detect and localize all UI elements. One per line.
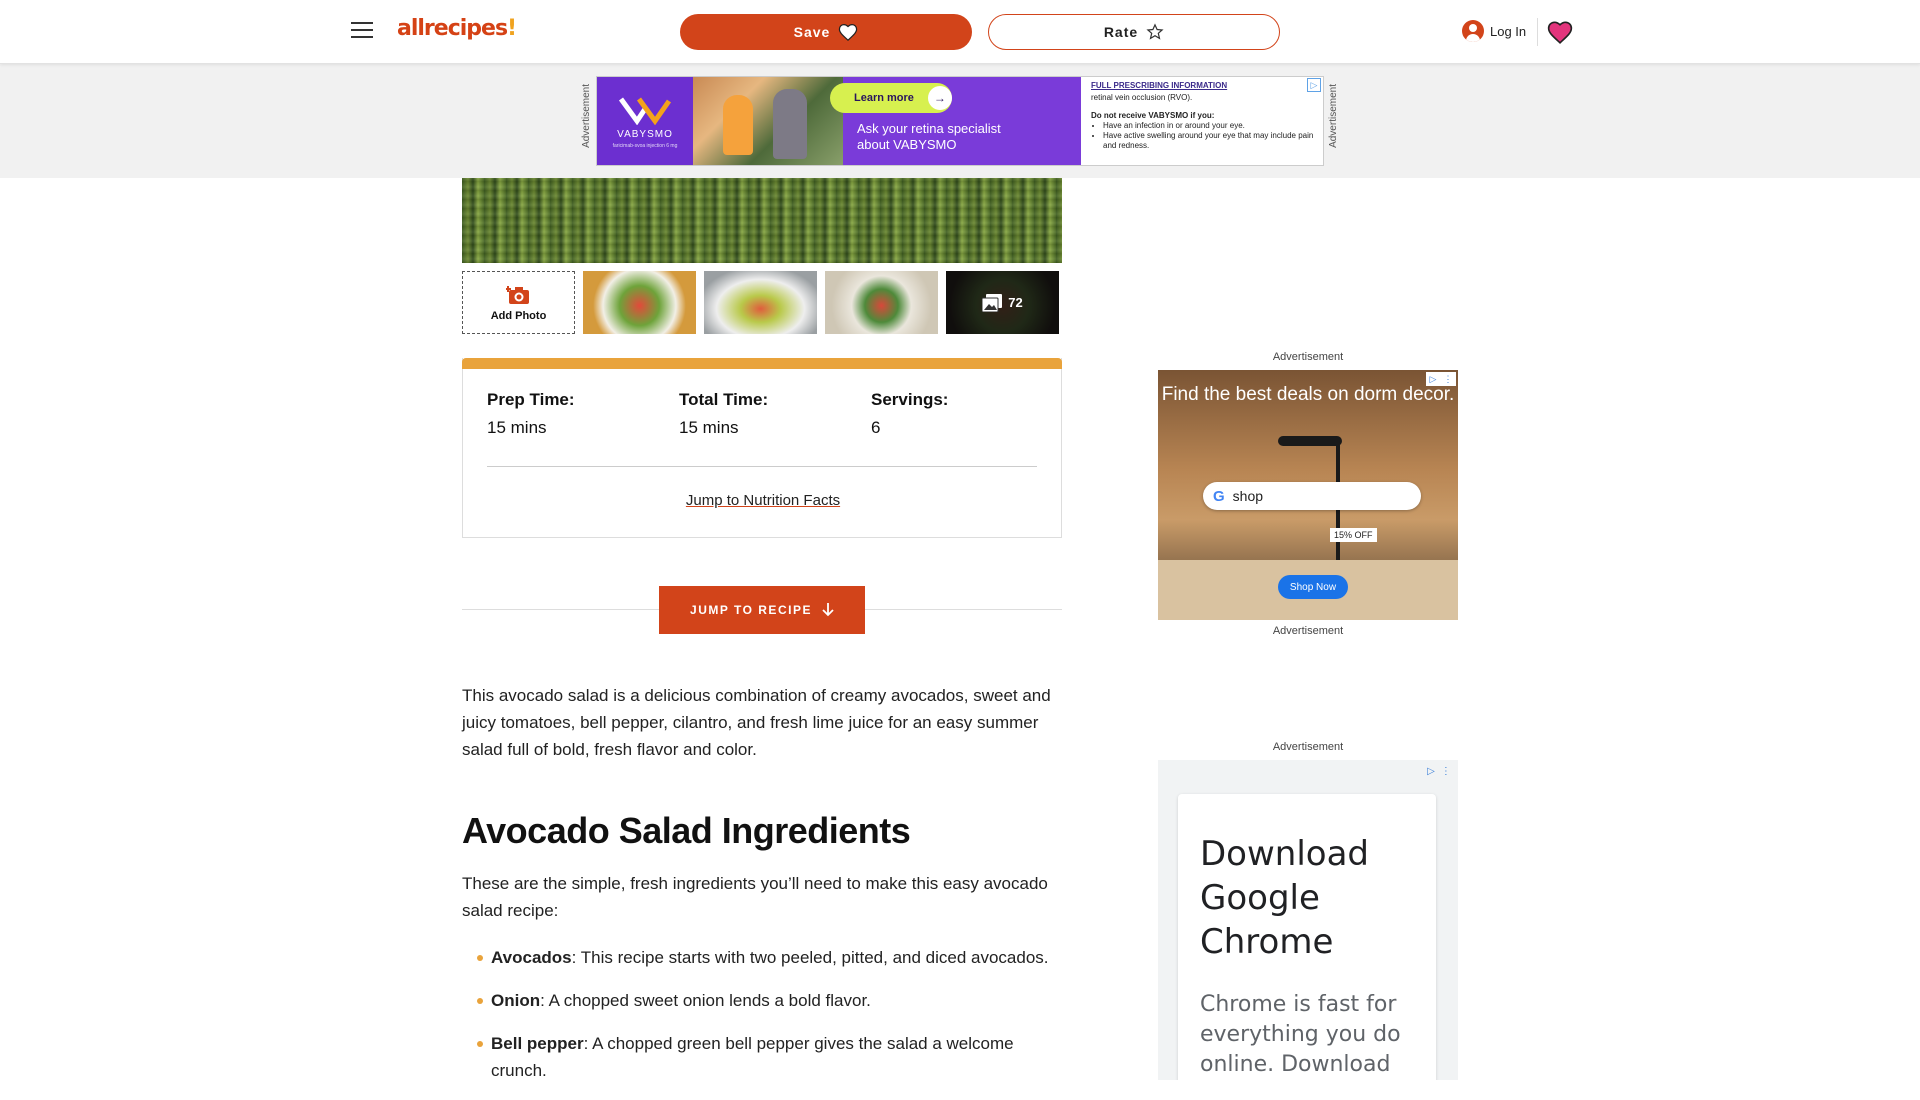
save-label: Save	[793, 24, 831, 40]
jump-label: JUMP TO RECIPE	[690, 603, 812, 617]
ad-label-right: Advertisement	[1328, 84, 1339, 148]
list-item: Bell pepper: A chopped green bell pepper…	[462, 1030, 1062, 1084]
ingredient-list: Avocados: This recipe starts with two pe…	[462, 944, 1062, 1100]
ad-label: Advertisement	[1272, 351, 1344, 363]
allrecipes-logo[interactable]: allrecipes!	[397, 16, 517, 41]
ingredient-name: Onion	[491, 991, 541, 1010]
ingredient-name: Bell pepper	[491, 1034, 584, 1053]
ad-safety-info[interactable]: FULL PRESCRIBING INFORMATION retinal vei…	[1081, 77, 1323, 165]
photo-gallery: Add Photo 72	[462, 271, 1062, 334]
jump-to-recipe-button[interactable]: JUMP TO RECIPE	[659, 586, 865, 634]
heart-icon	[839, 24, 858, 41]
total-time: Total Time: 15 mins	[679, 390, 768, 438]
gallery-more-button[interactable]: 72	[946, 271, 1059, 334]
recipe-hero-image[interactable]	[462, 178, 1062, 263]
isi-line: retinal vein occlusion (RVO).	[1091, 93, 1193, 102]
ingredients-heading: Avocado Salad Ingredients	[462, 810, 911, 851]
list-item: Avocados: This recipe starts with two pe…	[462, 944, 1062, 971]
dorm-ad-search-bar[interactable]: G shop	[1203, 482, 1421, 510]
ad-cta-label: Learn more	[854, 92, 914, 104]
search-text: shop	[1232, 488, 1264, 504]
ingredient-name: Avocados	[491, 948, 572, 967]
chrome-ad-card[interactable]: Download Google Chrome Chrome is fast fo…	[1178, 794, 1436, 1080]
camera-plus-icon	[505, 285, 529, 304]
dorm-ad-headline: Find the best deals on dorm decor.	[1161, 384, 1455, 405]
ingredient-text: : A chopped sweet onion lends a bold fla…	[540, 991, 871, 1010]
login-label: Log In	[1490, 23, 1527, 39]
isi-item: Have an infection in or around your eye.	[1103, 121, 1315, 131]
rate-label: Rate	[1103, 24, 1139, 40]
discount-tag: 15% OFF	[1330, 528, 1377, 542]
lamp-illustration	[1278, 436, 1342, 446]
details-divider	[487, 466, 1037, 467]
save-button[interactable]: Save	[680, 14, 972, 50]
ad-brand-sub: faricimab-svoa injection 6 mg	[612, 143, 678, 149]
ad-learn-more-button[interactable]: Learn more →	[830, 83, 952, 113]
photo-count: 72	[1008, 295, 1023, 310]
site-header: allrecipes! Save Rate Log In	[0, 0, 1920, 64]
servings-value: 6	[871, 418, 881, 437]
shop-now-button[interactable]: Shop Now	[1278, 575, 1348, 599]
brand-logo-icon	[618, 97, 672, 125]
star-icon	[1146, 23, 1164, 40]
photos-icon	[982, 293, 1003, 312]
ad-brand-name: VABYSMO	[617, 129, 673, 140]
gallery-thumbnail[interactable]	[704, 271, 817, 334]
total-label: Total Time:	[679, 390, 769, 409]
servings-label: Servings:	[871, 390, 949, 409]
prep-time: Prep Time: 15 mins	[487, 390, 575, 438]
prep-label: Prep Time:	[487, 390, 575, 409]
ad-headline: Ask your retina specialist about VABYSMO	[857, 121, 1001, 152]
add-photo-label: Add Photo	[490, 309, 547, 322]
ad-label: Advertisement	[1272, 625, 1344, 637]
ingredients-intro: These are the simple, fresh ingredients …	[462, 874, 1048, 920]
list-item: Onion: A chopped sweet onion lends a bol…	[462, 987, 1062, 1014]
chrome-ad-description: Chrome is fast for everything you do onl…	[1200, 992, 1401, 1077]
header-divider	[1537, 18, 1538, 46]
user-icon	[1462, 20, 1484, 42]
google-icon: G	[1213, 487, 1225, 505]
prep-value: 15 mins	[487, 418, 547, 437]
dorm-decor-ad[interactable]: Find the best deals on dorm decor. G sho…	[1158, 370, 1458, 620]
total-value: 15 mins	[679, 418, 739, 437]
details-accent-bar	[462, 358, 1062, 369]
arrow-right-icon: →	[927, 86, 952, 110]
isi-item: Have active swelling around your eye tha…	[1103, 131, 1315, 151]
favorites-heart-icon[interactable]	[1547, 19, 1573, 45]
arrow-down-icon	[822, 603, 834, 617]
adchoices-icon[interactable]: ▷ ⋮	[1424, 764, 1454, 778]
intro-paragraph: This avocado salad is a delicious combin…	[462, 686, 1051, 759]
gallery-thumbnail[interactable]	[825, 271, 938, 334]
nutrition-facts-link[interactable]: Jump to Nutrition Facts	[463, 492, 1063, 509]
isi-bold: Do not receive VABYSMO if you:	[1091, 111, 1215, 120]
login-link[interactable]: Log In	[1462, 20, 1526, 42]
menu-icon[interactable]	[351, 22, 373, 40]
servings: Servings: 6	[871, 390, 948, 438]
adchoices-icon[interactable]: ▷	[1307, 78, 1321, 92]
chrome-ad-title: Download Google Chrome	[1200, 834, 1370, 962]
adchoices-icon[interactable]: ▷ ⋮	[1426, 372, 1456, 386]
ad-photo	[693, 77, 843, 165]
add-photo-button[interactable]: Add Photo	[462, 271, 575, 334]
rate-button[interactable]: Rate	[988, 14, 1280, 50]
vabysmo-banner-ad[interactable]: VABYSMO faricimab-svoa injection 6 mg Le…	[596, 76, 1324, 166]
isi-heading[interactable]: FULL PRESCRIBING INFORMATION	[1091, 81, 1315, 91]
ad-brand-panel: VABYSMO faricimab-svoa injection 6 mg	[597, 77, 693, 165]
ad-label-left: Advertisement	[581, 84, 592, 148]
ingredient-text: : This recipe starts with two peeled, pi…	[571, 948, 1049, 967]
ad-label: Advertisement	[1272, 741, 1344, 753]
chrome-ad[interactable]: ▷ ⋮ Download Google Chrome Chrome is fast…	[1158, 760, 1458, 1080]
recipe-details-card: Prep Time: 15 mins Total Time: 15 mins S…	[462, 358, 1062, 538]
gallery-thumbnail[interactable]	[583, 271, 696, 334]
